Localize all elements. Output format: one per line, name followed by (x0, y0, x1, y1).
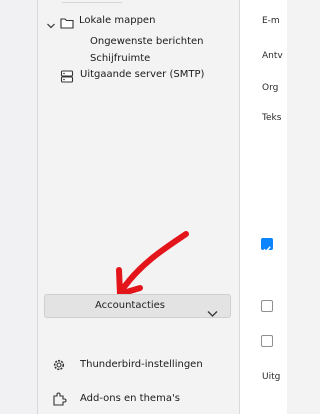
tree-row-outgoing-server[interactable]: Uitgaande server (SMTP) (60, 67, 235, 83)
account-actions-button[interactable]: Accountacties (44, 294, 231, 318)
gear-icon (52, 357, 66, 376)
outgoing-server-label: Uitgaande server (SMTP) (80, 69, 205, 80)
email-label: E-m (262, 16, 280, 26)
checkmark-icon (263, 246, 271, 253)
tree-row-junk[interactable]: Ongewenste berichten (90, 36, 203, 48)
puzzle-icon (52, 391, 67, 410)
chevron-down-icon[interactable] (46, 16, 56, 35)
organization-label: Org (262, 83, 279, 93)
settings-content-pane (240, 0, 287, 414)
checkbox-3[interactable] (261, 335, 273, 347)
signature-label: Teks (262, 113, 282, 123)
server-icon (60, 68, 74, 87)
reply-to-label: Antv (262, 51, 283, 61)
clipped-tree-row (62, 0, 122, 3)
outgoing-server-field-label: Uitg (262, 372, 281, 382)
checkbox-2[interactable] (261, 300, 273, 312)
chevron-down-icon (207, 303, 218, 322)
checkbox-1[interactable] (261, 238, 273, 253)
spaces-toolbar (0, 0, 38, 414)
settings-link[interactable]: Thunderbird-instellingen (52, 356, 232, 374)
folder-icon (60, 14, 74, 33)
addons-label: Add-ons en thema's (80, 393, 180, 404)
local-folders-label: Lokale mappen (79, 15, 156, 26)
addons-link[interactable]: Add-ons en thema's (52, 390, 232, 408)
tree-row-local-folders[interactable]: Lokale mappen (46, 13, 226, 29)
settings-label: Thunderbird-instellingen (80, 359, 203, 370)
tree-row-trash[interactable]: Schijfruimte (90, 53, 150, 65)
account-actions-label: Accountacties (94, 300, 166, 311)
